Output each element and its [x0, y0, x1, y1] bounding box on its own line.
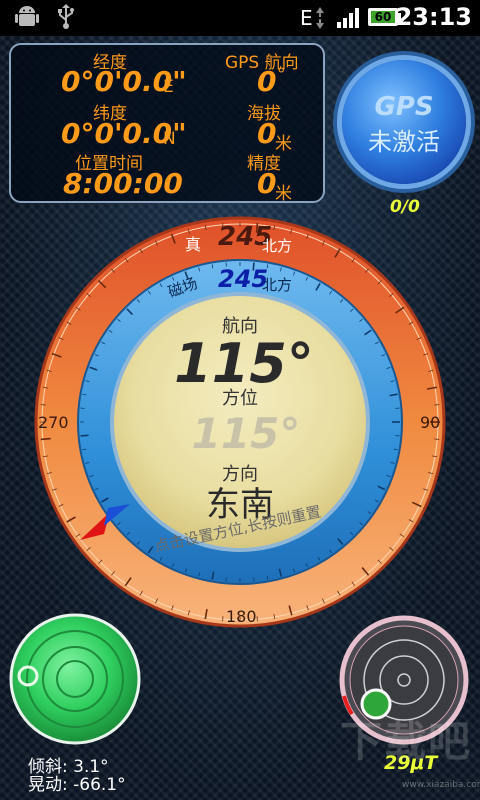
heading-value: 115° [174, 332, 314, 395]
watermark-url: www.xiazaiba.com [402, 780, 480, 790]
watermark-logo: 下载吧 [340, 717, 473, 766]
scale-east: 90 [420, 413, 440, 432]
tick [40, 437, 51, 441]
roll-readout: 晃动: -66.1° [28, 775, 126, 795]
bearing-value: 115° [192, 409, 301, 458]
bearing-label: 方位 [222, 388, 258, 409]
true-north-suffix: 北方 [262, 237, 292, 255]
level-bubble[interactable] [8, 612, 142, 746]
true-north-label: 真 [185, 235, 201, 254]
direction-label: 方向 [222, 464, 258, 485]
magnetic-suffix: 北方 [262, 276, 292, 294]
tick [80, 434, 89, 437]
scale-west: 270 [38, 413, 69, 432]
scale-south: 180 [226, 607, 257, 626]
magnetic-value: 245 [218, 265, 268, 293]
